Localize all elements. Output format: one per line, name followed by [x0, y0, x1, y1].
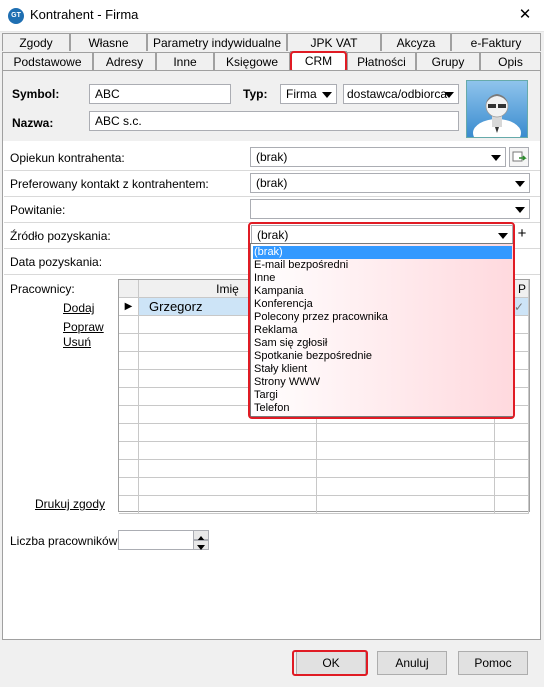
chevron-down-icon [444, 92, 454, 98]
powitanie-label: Powitanie: [10, 203, 66, 217]
nazwa-input[interactable]: ABC s.c. [89, 111, 459, 131]
typ-value: Firma [286, 87, 317, 101]
typ-select[interactable]: Firma [280, 84, 337, 104]
grid-cell [119, 334, 139, 352]
separator [4, 196, 540, 197]
grid-cell [119, 352, 139, 370]
opiekun-label: Opiekun kontrahenta: [10, 151, 125, 165]
ok-highlight [292, 650, 368, 676]
tab-grupy[interactable]: Grupy [416, 52, 480, 70]
separator [4, 170, 540, 171]
symbol-label: Symbol: [12, 87, 60, 101]
typ2-value: dostawca/odbiorca [347, 87, 448, 101]
app-icon: GT [8, 8, 24, 24]
add-employee-link[interactable]: Dodaj [63, 301, 94, 315]
help-button[interactable]: Pomoc [458, 651, 528, 675]
grid-cell [495, 478, 529, 496]
grid-cell [139, 424, 317, 442]
grid-cell [119, 388, 139, 406]
grid-cell [495, 424, 529, 442]
typ-label: Typ: [243, 87, 268, 101]
typ2-select[interactable]: dostawca/odbiorca [343, 84, 459, 104]
grid-corner [119, 280, 139, 298]
kontakt-label: Preferowany kontakt z kontrahentem: [10, 177, 209, 191]
grid-cell [139, 460, 317, 478]
cancel-button[interactable]: Anuluj [377, 651, 447, 675]
avatar[interactable] [466, 80, 528, 147]
grid-cell [317, 442, 495, 460]
delete-employee-link[interactable]: Usuń [63, 335, 91, 349]
chevron-down-icon [491, 155, 501, 161]
add-source-button[interactable]: + [515, 225, 529, 243]
tab-platnosci[interactable]: Płatności [347, 52, 416, 70]
liczba-label: Liczba pracowników: [10, 534, 121, 548]
tab-parametry-indywidualne[interactable]: Parametry indywidualne [147, 33, 287, 51]
card-arrow-icon [512, 151, 527, 162]
powitanie-select[interactable] [250, 199, 530, 219]
nazwa-label: Nazwa: [12, 116, 54, 130]
source-highlight [248, 222, 515, 419]
zrodlo-label: Źródło pozyskania: [10, 229, 111, 243]
kontakt-select[interactable]: (brak) [250, 173, 530, 193]
close-icon[interactable]: ✕ [512, 3, 538, 27]
grid-cell [119, 442, 139, 460]
spin-down-icon [197, 545, 205, 550]
opiekun-value: (brak) [256, 150, 288, 164]
tab-inne[interactable]: Inne [156, 52, 214, 70]
person-icon [473, 94, 521, 147]
grid-cell [139, 442, 317, 460]
grid-cell [119, 316, 139, 334]
spin-up-button[interactable] [193, 530, 209, 541]
pracownicy-label: Pracownicy: [10, 282, 75, 296]
chevron-down-icon [515, 207, 525, 213]
grid-cell [495, 460, 529, 478]
grid-cell [495, 496, 529, 514]
print-consents-link[interactable]: Drukuj zgody [35, 497, 105, 511]
data-pozyskania-label: Data pozyskania: [10, 255, 103, 269]
grid-cell [119, 496, 139, 514]
edit-employee-link[interactable]: Popraw [63, 320, 104, 334]
tab-adresy[interactable]: Adresy [93, 52, 156, 70]
chevron-down-icon [515, 181, 525, 187]
grid-cell [119, 406, 139, 424]
chevron-down-icon [322, 92, 332, 98]
grid-cell [119, 370, 139, 388]
row-indicator-icon: ▶ [119, 298, 139, 316]
tab-wlasne[interactable]: Własne [70, 33, 147, 51]
opiekun-details-button[interactable] [509, 147, 529, 167]
tab-podstawowe[interactable]: Podstawowe [2, 52, 93, 70]
window-title: Kontrahent - Firma [30, 7, 139, 22]
spin-down-button[interactable] [193, 540, 209, 550]
tab-jpk-vat[interactable]: JPK VAT [287, 33, 381, 51]
symbol-input[interactable]: ABC [89, 84, 231, 104]
grid-cell [119, 478, 139, 496]
grid-cell [119, 460, 139, 478]
grid-cell [317, 496, 495, 514]
tab-ksiegowe[interactable]: Księgowe [214, 52, 290, 70]
grid-cell [495, 442, 529, 460]
grid-cell [317, 478, 495, 496]
title-bar: GT Kontrahent - Firma ✕ [0, 0, 544, 32]
grid-cell [139, 478, 317, 496]
grid-cell [317, 460, 495, 478]
liczba-input[interactable] [118, 530, 194, 550]
grid-cell [317, 424, 495, 442]
kontakt-value: (brak) [256, 176, 288, 190]
grid-cell [139, 496, 317, 514]
tab-e-faktury[interactable]: e-Faktury [451, 33, 541, 51]
grid-cell [119, 424, 139, 442]
tab-akcyza[interactable]: Akcyza [381, 33, 451, 51]
tab-zgody[interactable]: Zgody [2, 33, 70, 51]
opiekun-select[interactable]: (brak) [250, 147, 506, 167]
tab-opis[interactable]: Opis [480, 52, 541, 70]
